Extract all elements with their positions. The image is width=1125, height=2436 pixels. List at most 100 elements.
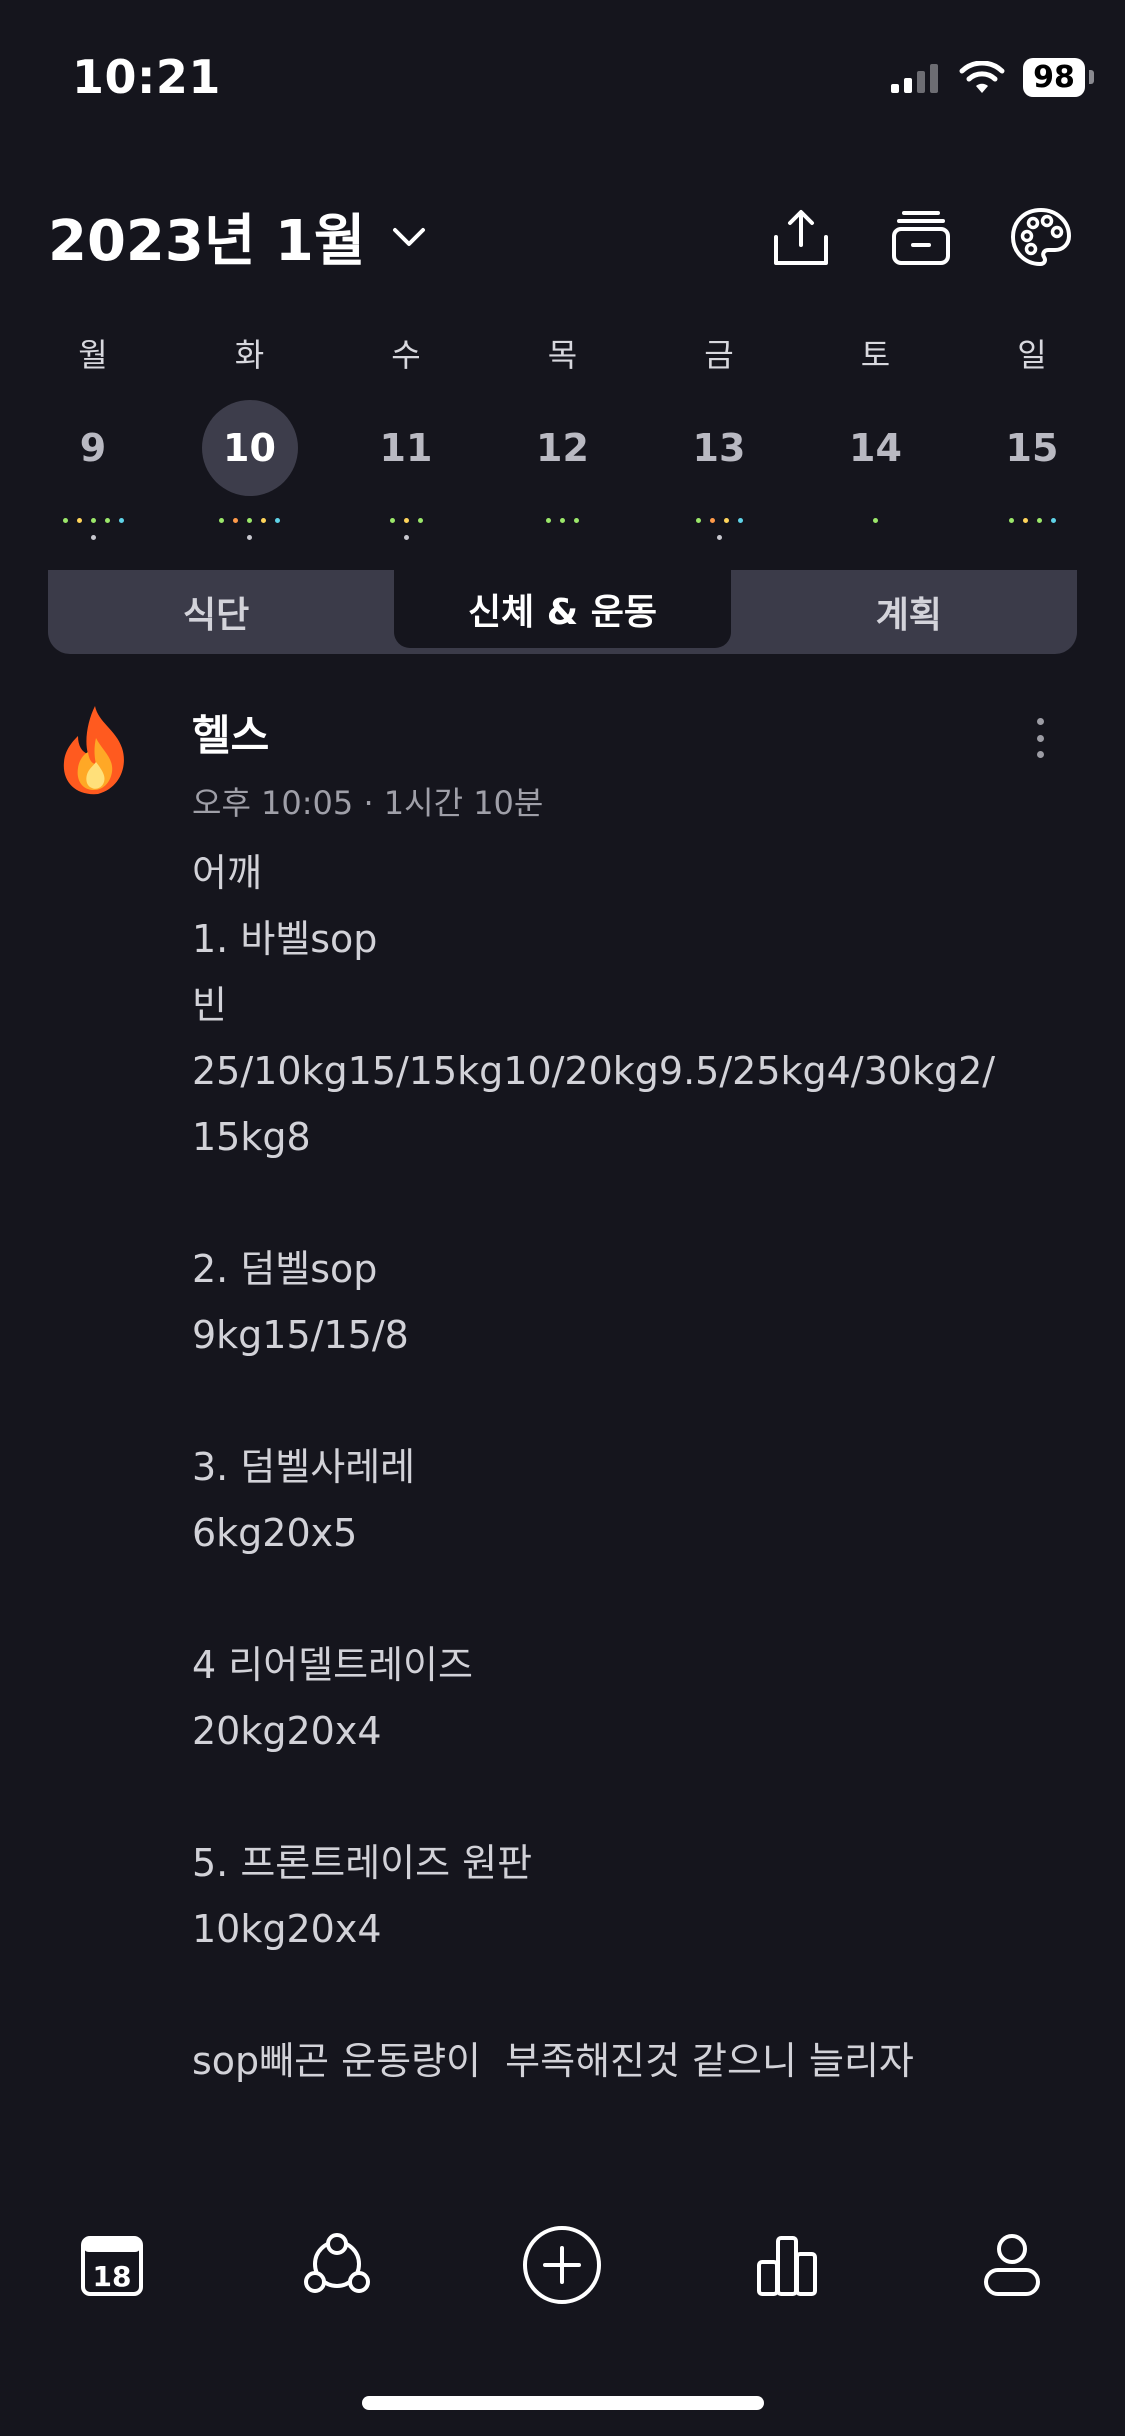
activity-dots xyxy=(1008,518,1056,523)
category-tabs: 식단 신체 & 운동 계획 xyxy=(48,570,1077,654)
activity-dot xyxy=(247,518,252,523)
activity-dot xyxy=(1036,518,1042,523)
activity-dot xyxy=(275,518,280,523)
day-13[interactable]: 금 13 xyxy=(671,330,767,540)
activity-dots xyxy=(873,518,878,523)
archive-icon xyxy=(892,211,950,265)
bar-chart-icon xyxy=(757,2236,817,2296)
day-9[interactable]: 월9 xyxy=(45,330,141,540)
day-name: 화 xyxy=(234,336,265,374)
calendar-icon: 18 xyxy=(81,2236,143,2296)
post-body: 어깨 1. 바벨sop 빈 25/10kg15/15kg10/20kg9.5/2… xyxy=(192,851,996,2083)
activity-dot xyxy=(261,518,266,523)
note-dot xyxy=(403,535,409,540)
day-12[interactable]: 목 12 xyxy=(515,330,611,540)
share-button[interactable] xyxy=(768,205,834,271)
month-selector[interactable]: 2023년 1월 xyxy=(48,196,427,277)
tab-2[interactable]: 계획 xyxy=(741,570,1077,654)
archive-button[interactable] xyxy=(888,205,954,271)
status-time: 10:21 xyxy=(72,50,221,104)
day-number-button[interactable]: 15 xyxy=(984,400,1080,496)
more-dot xyxy=(1036,751,1044,758)
day-number-button[interactable]: 12 xyxy=(515,400,611,496)
activity-dot xyxy=(1022,518,1028,523)
home-indicator xyxy=(362,2396,764,2410)
activity-dot xyxy=(76,518,82,523)
activity-dots xyxy=(546,518,579,523)
status-icons: 98 xyxy=(889,58,1094,97)
day-number: 13 xyxy=(692,426,746,470)
profile-icon xyxy=(984,2234,1040,2296)
tab-calendar[interactable]: 18 xyxy=(67,2220,157,2310)
activity-dot xyxy=(574,518,579,523)
activity-dot xyxy=(873,518,878,523)
day-14[interactable]: 토 14 xyxy=(828,330,924,540)
note-dot xyxy=(247,535,252,540)
day-name: 금 xyxy=(704,336,734,374)
day-number: 10 xyxy=(223,426,276,470)
day-number: 9 xyxy=(79,426,107,470)
tab-stats[interactable] xyxy=(742,2220,832,2310)
post-meta: 오후 10:05 · 1시간 10분 xyxy=(192,784,544,822)
bottom-tab-bar: 18 xyxy=(0,2220,1125,2320)
battery-indicator: 98 xyxy=(1023,58,1094,97)
day-10[interactable]: 화 10 xyxy=(201,330,298,540)
share-icon xyxy=(774,210,828,265)
day-number: 11 xyxy=(379,426,433,470)
palette-icon xyxy=(1011,208,1071,266)
activity-dot xyxy=(403,518,409,523)
tab-add[interactable] xyxy=(517,2220,607,2310)
activity-dot xyxy=(118,518,124,523)
day-number-button[interactable]: 13 xyxy=(671,400,767,496)
more-dot xyxy=(1036,718,1044,725)
calendar-day-number: 18 xyxy=(93,2260,132,2293)
activity-dot xyxy=(695,518,701,523)
tab-1[interactable]: 신체 & 운동 xyxy=(394,570,731,648)
community-icon xyxy=(304,2233,370,2293)
day-name: 월 xyxy=(78,336,108,374)
theme-button[interactable] xyxy=(1008,205,1074,271)
activity-dot xyxy=(219,518,224,523)
day-name: 목 xyxy=(547,336,578,374)
week-strip: 월 9 화 10 수 11 목 12 금 13 토 14 일 15 xyxy=(45,330,1080,540)
activity-dot xyxy=(737,518,743,523)
activity-dots xyxy=(219,518,280,523)
activity-dots xyxy=(695,518,743,523)
activity-dots xyxy=(389,518,423,523)
post-title: 헬스 xyxy=(192,711,270,760)
activity-dot xyxy=(104,518,110,523)
activity-dots xyxy=(62,518,124,523)
day-11[interactable]: 수 11 xyxy=(358,330,454,540)
activity-dot xyxy=(62,518,68,523)
tab-0[interactable]: 식단 xyxy=(48,570,384,654)
tab-community[interactable] xyxy=(292,2220,382,2310)
day-number: 15 xyxy=(1005,426,1059,470)
activity-dot xyxy=(709,518,715,523)
plus-circle-icon xyxy=(523,2226,601,2304)
note-dot xyxy=(716,535,722,540)
activity-dot xyxy=(233,518,238,523)
activity-dot xyxy=(1008,518,1014,523)
activity-dot xyxy=(417,518,423,523)
activity-dot xyxy=(90,518,96,523)
day-15[interactable]: 일 15 xyxy=(984,330,1080,540)
day-number: 14 xyxy=(849,426,902,470)
wifi-icon xyxy=(959,60,1005,93)
activity-dot xyxy=(560,518,565,523)
fire-icon xyxy=(63,706,124,795)
day-name: 일 xyxy=(1017,336,1047,374)
day-number-button[interactable]: 14 xyxy=(828,400,924,496)
activity-dot xyxy=(1050,518,1056,523)
day-number-button[interactable]: 11 xyxy=(358,400,454,496)
activity-dot xyxy=(389,518,395,523)
day-number-button[interactable]: 10 xyxy=(201,400,298,496)
tab-profile[interactable] xyxy=(967,2220,1057,2310)
more-options-button[interactable] xyxy=(1025,718,1055,758)
day-name: 토 xyxy=(860,336,891,374)
activity-dot xyxy=(723,518,729,523)
day-number: 12 xyxy=(536,426,589,470)
day-number-button[interactable]: 9 xyxy=(45,400,141,496)
day-name: 수 xyxy=(391,336,421,374)
more-dot xyxy=(1036,734,1044,742)
cellular-signal-icon xyxy=(891,63,938,93)
